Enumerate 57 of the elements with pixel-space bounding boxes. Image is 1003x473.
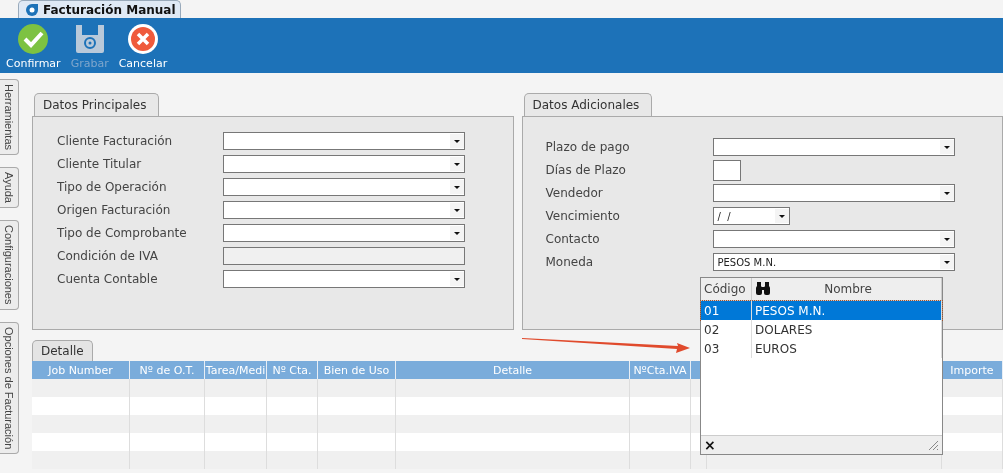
panel-tab[interactable]: Detalle	[32, 340, 93, 361]
side-tab[interactable]: Herramientas	[0, 79, 19, 156]
combo-box[interactable]	[712, 138, 955, 156]
combo-box[interactable]: PESOS M.N.	[712, 253, 955, 271]
field-label: Cliente Titular	[57, 157, 143, 171]
toolbar-button[interactable]: Confirmar	[6, 18, 61, 70]
combo-box[interactable]	[223, 224, 465, 242]
field-label: Tipo de Comprobante	[57, 226, 188, 240]
resize-grip-icon[interactable]	[928, 439, 939, 451]
field-label: Vencimiento	[545, 209, 621, 223]
field-label: Cliente Facturación	[57, 134, 174, 148]
panel-tab[interactable]: Datos Adicionales	[523, 93, 653, 116]
field-label: Condición de IVA	[57, 249, 159, 263]
field-label: Días de Plazo	[545, 163, 627, 177]
dropdown-caret-icon[interactable]	[450, 203, 464, 217]
combo-box[interactable]	[223, 155, 465, 173]
code-cell: 03	[701, 339, 752, 358]
field-label: Vendedor	[545, 186, 604, 200]
field-label: Contacto	[545, 232, 601, 246]
panel-tab[interactable]: Datos Principales	[34, 93, 160, 116]
field-label: Plazo de pago	[545, 140, 631, 154]
input-field[interactable]	[712, 159, 741, 181]
name-cell: EUROS	[752, 339, 942, 358]
toolbar-button[interactable]: Cancelar	[118, 18, 168, 70]
dropdown-caret-icon[interactable]	[774, 209, 789, 223]
field-label: Tipo de Operación	[57, 180, 168, 194]
dropdown-caret-icon[interactable]	[450, 226, 464, 240]
side-tab[interactable]: Ayuda	[0, 167, 19, 209]
dropdown-caret-icon[interactable]	[939, 232, 954, 246]
combo-box[interactable]	[223, 201, 465, 219]
cancel-icon	[126, 23, 159, 55]
combo-box[interactable]	[712, 230, 955, 248]
combo-box[interactable]	[712, 184, 955, 202]
dropdown-caret-icon[interactable]	[939, 255, 954, 269]
field-label: Cuenta Contable	[57, 272, 159, 286]
binoculars-icon[interactable]	[755, 282, 771, 295]
list-row[interactable]: 01 PESOS M.N.	[701, 301, 942, 320]
window-tab[interactable]: Facturación Manual	[18, 0, 181, 18]
dropdown-caret-icon[interactable]	[939, 140, 954, 154]
dropdown-caret-icon[interactable]	[939, 186, 954, 200]
combo-box[interactable]	[223, 270, 465, 288]
close-button[interactable]: ×	[704, 437, 716, 453]
dropdown-caret-icon[interactable]	[450, 272, 464, 286]
list-row[interactable]: 03 EUROS	[701, 339, 942, 358]
dropdown-caret-icon[interactable]	[450, 157, 464, 171]
combo-box[interactable]	[223, 132, 465, 150]
field-label: Origen Facturación	[57, 203, 172, 217]
date-picker[interactable]: / /	[712, 207, 790, 225]
checkmark-icon	[17, 23, 50, 55]
dropdown-caret-icon[interactable]	[450, 134, 464, 148]
dropdown-caret-icon[interactable]	[450, 180, 464, 194]
list-row[interactable]: 02 DOLARES	[701, 320, 942, 339]
app-logo-icon	[25, 2, 39, 17]
side-tab[interactable]: Configuraciones	[0, 220, 19, 310]
combo-box[interactable]	[223, 178, 465, 196]
side-tab[interactable]: Opciones de Facturación	[0, 321, 19, 454]
field-label: Moneda	[545, 255, 595, 269]
